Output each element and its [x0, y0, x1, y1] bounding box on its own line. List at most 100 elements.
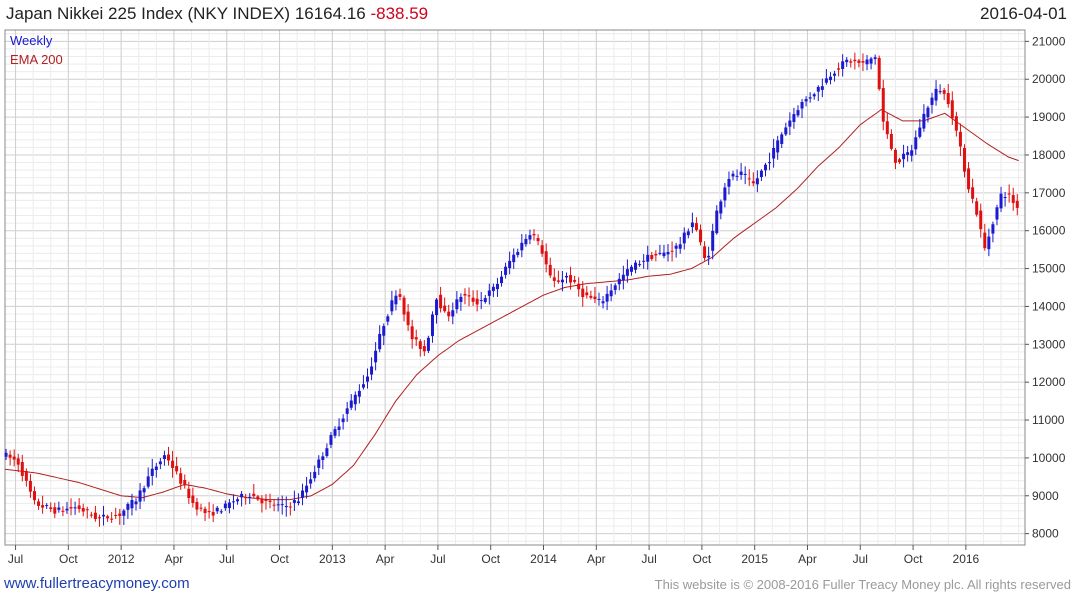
weekly-bar-body	[536, 238, 540, 242]
weekly-bar-body	[564, 275, 568, 278]
weekly-bar-body	[284, 505, 288, 508]
weekly-bar-body	[337, 426, 341, 430]
legend-weekly: Weekly	[10, 33, 53, 48]
weekly-bar-body	[402, 297, 406, 315]
weekly-bar-body	[861, 61, 865, 63]
weekly-bar-body	[353, 394, 357, 405]
weekly-bar-body	[727, 179, 731, 187]
x-tick-label: Oct	[904, 552, 923, 566]
weekly-bar-body	[122, 510, 126, 516]
weekly-bar-body	[349, 400, 353, 408]
y-axis: 8000 9000 10000 11000 12000 13000 14000 15000 16…	[1025, 34, 1066, 541]
weekly-bar-body	[646, 254, 650, 262]
weekly-bar-body	[223, 503, 227, 509]
weekly-bar-body	[918, 127, 922, 137]
weekly-bar-body	[195, 501, 199, 510]
weekly-bar-body	[833, 73, 837, 76]
weekly-bar-body	[12, 456, 16, 460]
weekly-bar-body	[922, 113, 926, 129]
weekly-bar-body	[552, 277, 556, 281]
x-tick-label: Oct	[693, 552, 712, 566]
weekly-bar-body	[106, 516, 110, 519]
weekly-bar-body	[694, 223, 698, 230]
weekly-bar-body	[544, 251, 548, 265]
weekly-bar-body	[926, 107, 930, 118]
weekly-bar-body	[877, 57, 881, 90]
weekly-bar-body	[162, 455, 166, 460]
weekly-bar-body	[796, 110, 800, 116]
weekly-bar-body	[487, 290, 491, 296]
weekly-bar-body	[678, 244, 682, 249]
weekly-bar-body	[459, 296, 463, 303]
weekly-bar-body	[426, 337, 430, 351]
x-tick-label: Jul	[641, 552, 656, 566]
weekly-bar-body	[252, 493, 256, 497]
weekly-bar-body	[670, 250, 674, 252]
weekly-bar-body	[414, 337, 418, 340]
site-link[interactable]: www.fullertreacymoney.com	[4, 575, 190, 592]
weekly-bar-body	[500, 276, 504, 284]
weekly-bar-body	[629, 266, 633, 272]
weekly-bar-body	[719, 201, 723, 214]
x-tick-label: Jul	[219, 552, 234, 566]
weekly-bar-body	[934, 88, 938, 101]
weekly-bar-body	[617, 278, 621, 285]
weekly-bar-body	[703, 246, 707, 259]
weekly-bar-body	[93, 512, 97, 520]
weekly-bar-body	[715, 210, 719, 234]
x-tick-label: 2016	[953, 552, 980, 566]
weekly-bar-body	[650, 254, 654, 260]
y-tick-label: 11000	[1032, 413, 1065, 427]
weekly-bar-body	[524, 238, 528, 245]
weekly-bar-body	[971, 187, 975, 199]
weekly-bar-body	[621, 274, 625, 281]
weekly-bar-body	[881, 88, 885, 122]
weekly-bar-body	[430, 314, 434, 336]
y-tick-label: 19000	[1032, 110, 1066, 124]
weekly-bar-body	[853, 59, 857, 62]
weekly-bar-body	[601, 301, 605, 304]
price-chart: 8000 9000 10000 11000 12000 13000 14000 15000 16…	[4, 29, 1066, 566]
weekly-bar-body	[759, 170, 763, 177]
weekly-bar-body	[999, 193, 1003, 209]
weekly-bar-body	[768, 162, 772, 164]
weekly-bar-body	[556, 280, 560, 282]
x-axis: Jul Oct 2012 Apr Jul Oct 2013 Apr Jul Oct 2014 Apr J…	[8, 545, 980, 566]
weekly-bar-body	[593, 296, 597, 300]
weekly-bar-body	[609, 290, 613, 297]
weekly-bar-body	[301, 490, 305, 498]
weekly-bar-body	[272, 504, 276, 506]
weekly-bar-body	[520, 242, 524, 251]
weekly-bar-body	[268, 500, 272, 502]
weekly-bar-body	[816, 86, 820, 92]
weekly-bar-body	[654, 253, 658, 256]
weekly-bar-body	[219, 511, 223, 513]
weekly-bar-body	[910, 150, 914, 156]
weekly-bar-body	[613, 285, 617, 290]
weekly-bar-body	[666, 251, 670, 255]
chart-grid	[5, 30, 1025, 545]
weekly-bar-body	[837, 68, 841, 70]
weekly-bar-body	[950, 100, 954, 119]
weekly-bar-body	[800, 101, 804, 109]
weekly-bar-body	[1003, 197, 1007, 199]
weekly-bar-body	[1011, 195, 1015, 204]
weekly-bar-body	[211, 512, 215, 516]
weekly-bar-body	[885, 121, 889, 135]
weekly-bar-body	[345, 408, 349, 414]
x-tick-label: Jul	[430, 552, 445, 566]
weekly-bar-body	[231, 501, 235, 503]
x-tick-label: Oct	[270, 552, 289, 566]
weekly-bar-body	[711, 231, 715, 251]
x-tick-label: Apr	[165, 552, 184, 566]
weekly-bar-body	[179, 473, 183, 484]
weekly-bar-body	[41, 505, 45, 508]
y-tick-label: 12000	[1032, 375, 1066, 389]
weekly-bar-body	[296, 501, 300, 504]
weekly-bar-body	[898, 159, 902, 163]
weekly-bar-body	[776, 140, 780, 153]
weekly-bar-body	[946, 93, 950, 105]
weekly-bar-body	[276, 504, 280, 506]
weekly-bar-body	[110, 518, 114, 520]
weekly-bar-body	[739, 171, 743, 175]
